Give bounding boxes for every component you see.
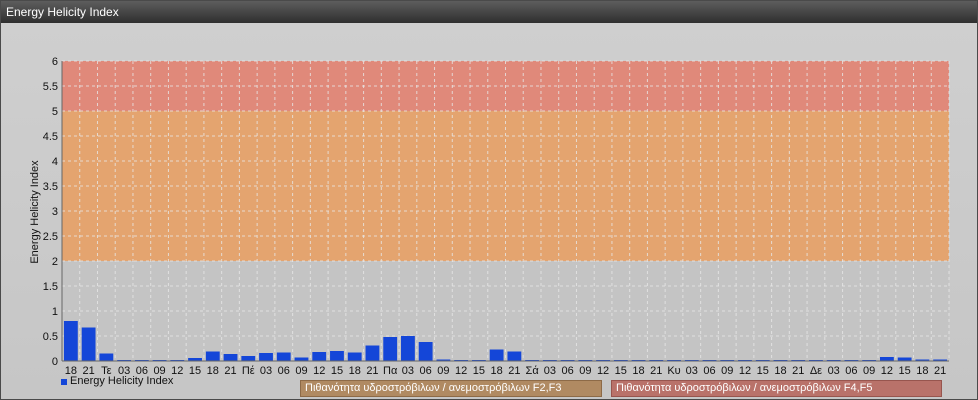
x-tick-label: 15 <box>615 365 627 377</box>
x-tick-label: Πέ <box>242 365 255 377</box>
y-tick-label: 1 <box>52 306 58 318</box>
x-tick-label: 06 <box>420 365 432 377</box>
x-tick-label: 21 <box>224 365 236 377</box>
x-tick-label: 03 <box>260 365 272 377</box>
y-tick-label: 5 <box>52 106 58 118</box>
x-tick-label: 06 <box>278 365 290 377</box>
x-tick-label: 06 <box>845 365 857 377</box>
x-tick-label: 18 <box>632 365 644 377</box>
bar <box>99 353 114 361</box>
x-tick-label: 03 <box>686 365 698 377</box>
y-tick-label: 2.5 <box>43 231 58 243</box>
bar <box>259 353 273 361</box>
x-tick-labels: 18 21 Τε 03 06 09 12 15 18 21 Πέ 03 06 09 12 15 18 21 Πα 03… <box>65 365 947 377</box>
bar <box>347 352 362 361</box>
x-tick-label: 15 <box>757 365 769 377</box>
bar <box>241 356 256 361</box>
x-tick-label: 12 <box>597 365 609 377</box>
x-tick-label: 21 <box>366 365 378 377</box>
y-tick-label: 0.5 <box>43 331 58 343</box>
x-tick-label: 12 <box>455 365 467 377</box>
x-tick-label: 03 <box>828 365 840 377</box>
bar <box>330 351 344 361</box>
y-tick-label: 1.5 <box>43 281 58 293</box>
x-tick-label: 15 <box>189 365 201 377</box>
bar <box>276 352 291 361</box>
bar <box>401 336 415 361</box>
x-tick-label: Δε <box>810 365 822 377</box>
x-tick-label: 21 <box>934 365 946 377</box>
chart-window: Energy Helicity Index 0 0.5 1 1.5 2 2.5 3 3.5 4 4… <box>0 0 978 400</box>
bar <box>81 327 96 361</box>
x-tick-label: Πα <box>383 365 398 377</box>
bar <box>63 321 78 361</box>
bar <box>294 357 309 361</box>
x-tick-label: 12 <box>739 365 751 377</box>
bar <box>312 352 327 361</box>
x-tick-label: 15 <box>331 365 343 377</box>
x-tick-label: 03 <box>402 365 414 377</box>
y-tick-label: 0 <box>52 356 58 368</box>
bar <box>418 342 433 361</box>
x-tick-label: 09 <box>295 365 307 377</box>
x-tick-label: 03 <box>544 365 556 377</box>
x-tick-label: 09 <box>863 365 875 377</box>
x-tick-label: 18 <box>916 365 928 377</box>
x-tick-label: 18 <box>207 365 219 377</box>
x-tick-label: 12 <box>881 365 893 377</box>
x-tick-label: 15 <box>473 365 485 377</box>
y-tick-label: 4 <box>52 156 58 168</box>
x-tick-label: 09 <box>437 365 449 377</box>
legend-band-f2f3: Πιθανότητα υδροστρόβιλων / ανεμοστρόβιλω… <box>300 380 602 397</box>
bar <box>365 345 380 361</box>
y-tick-labels: 0 0.5 1 1.5 2 2.5 3 3.5 4 4.5 5 5.5 6 <box>43 56 58 368</box>
x-tick-label: 09 <box>579 365 591 377</box>
x-tick-label: 18 <box>491 365 503 377</box>
x-tick-label: 21 <box>792 365 804 377</box>
x-tick-label: 21 <box>650 365 662 377</box>
y-tick-label: 6 <box>52 56 58 68</box>
x-tick-label: 09 <box>721 365 733 377</box>
bar <box>383 337 398 361</box>
y-tick-label: 3.5 <box>43 181 58 193</box>
x-tick-label: Σά <box>526 365 540 377</box>
legend-series-label: Energy Helicity Index <box>70 375 174 387</box>
x-tick-label: 06 <box>561 365 573 377</box>
x-tick-label: 18 <box>774 365 786 377</box>
bar <box>223 354 238 361</box>
x-tick-label: 21 <box>508 365 520 377</box>
bar <box>489 349 504 361</box>
y-tick-label: 5.5 <box>43 81 58 93</box>
legend-band-f4f5: Πιθανότητα υδροστρόβιλων / ανεμοστρόβιλω… <box>611 380 942 397</box>
x-tick-label: 18 <box>349 365 361 377</box>
x-tick-label: 12 <box>313 365 325 377</box>
legend-bar-swatch <box>61 379 67 385</box>
x-tick-label: 15 <box>899 365 911 377</box>
x-tick-label: Κυ <box>667 365 680 377</box>
bar <box>879 357 894 361</box>
ehi-bar-chart: 00.511.522.533.544.555.56 18 21 Τε 03 06 09 12… <box>29 56 950 377</box>
bar <box>507 351 522 361</box>
y-tick-label: 2 <box>52 256 58 268</box>
y-axis-label: Energy Helicity Index <box>29 160 41 264</box>
x-tick-label: 06 <box>703 365 715 377</box>
y-tick-label: 4.5 <box>43 131 58 143</box>
y-tick-label: 3 <box>52 206 58 218</box>
bar <box>205 351 220 361</box>
bar <box>897 357 912 361</box>
